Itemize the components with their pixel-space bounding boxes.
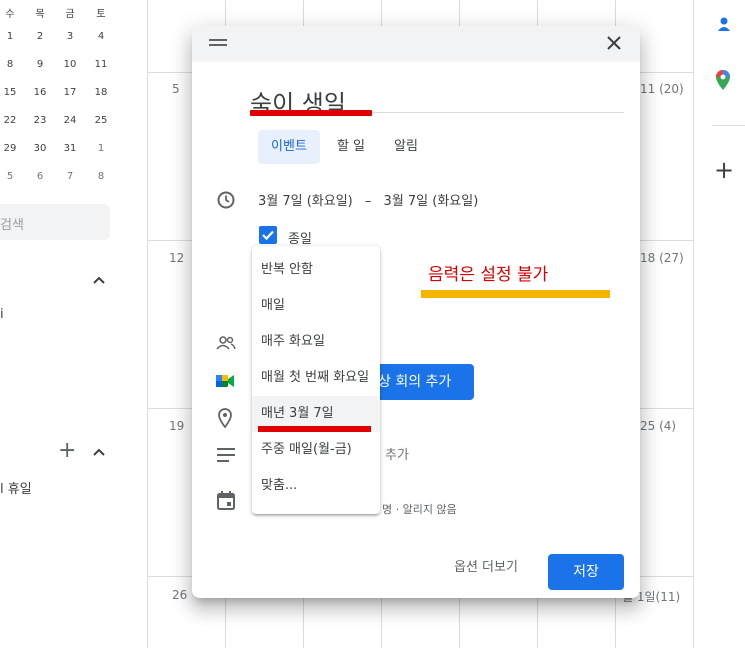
add-meet-button[interactable]: 상 회의 추가 bbox=[366, 364, 474, 400]
more-options-button[interactable]: 옵션 더보기 bbox=[454, 556, 518, 575]
contacts-icon[interactable] bbox=[716, 15, 732, 33]
sidebar-calendar-label: i bbox=[0, 307, 4, 322]
drag-handle-icon[interactable] bbox=[209, 39, 227, 47]
chevron-up-icon[interactable] bbox=[92, 445, 106, 459]
mini-calendar-day[interactable]: 7 bbox=[55, 171, 85, 182]
mini-calendar-day[interactable]: 30 bbox=[25, 143, 55, 154]
chevron-up-icon[interactable] bbox=[92, 273, 106, 287]
mini-calendar-day[interactable]: 5 bbox=[0, 171, 25, 182]
rail-divider bbox=[712, 125, 745, 126]
repeat-option[interactable]: 매월 첫 번째 화요일 bbox=[252, 360, 380, 396]
day-number[interactable]: 12 bbox=[169, 251, 184, 265]
guests-icon bbox=[216, 336, 236, 350]
clock-icon bbox=[217, 191, 235, 209]
day-number[interactable]: 11 (20) bbox=[640, 82, 684, 96]
day-number[interactable]: 18 (27) bbox=[640, 251, 684, 265]
red-annotation-underline bbox=[250, 110, 372, 116]
mini-calendar-day[interactable]: 24 bbox=[55, 115, 85, 126]
weekday-label: 금 bbox=[65, 9, 75, 20]
grid-divider bbox=[693, 0, 694, 648]
holiday-calendar-label[interactable]: l 휴일 bbox=[0, 478, 32, 497]
calendar-visibility-text: 명 · 알리지 않음 bbox=[382, 503, 457, 516]
mini-calendar-day[interactable]: 1 bbox=[86, 143, 116, 154]
mini-calendar-day[interactable]: 16 bbox=[25, 87, 55, 98]
repeat-option[interactable]: 반복 안함 bbox=[252, 252, 380, 288]
add-addon-icon[interactable]: + bbox=[714, 156, 734, 184]
mini-calendar-day[interactable]: 8 bbox=[0, 59, 25, 70]
save-button[interactable]: 저장 bbox=[548, 554, 624, 590]
end-date[interactable]: 3월 7일 (화요일) bbox=[384, 194, 479, 209]
repeat-option[interactable]: 맞춤... bbox=[252, 468, 380, 504]
search-placeholder: 검색 bbox=[0, 218, 24, 233]
tab-reminder[interactable]: 알림 bbox=[384, 130, 428, 164]
people-search-box[interactable]: 검색 bbox=[0, 204, 110, 240]
weekday-label: 목 bbox=[35, 9, 45, 20]
mini-calendar-day[interactable]: 3 bbox=[55, 31, 85, 42]
mini-calendar-day[interactable]: 31 bbox=[55, 143, 85, 154]
mini-calendar-day[interactable]: 15 bbox=[0, 87, 25, 98]
repeat-option[interactable]: 주중 매일(월-금) bbox=[252, 432, 380, 468]
mini-calendar-day[interactable]: 2 bbox=[25, 31, 55, 42]
date-separator: – bbox=[364, 194, 372, 209]
grid-divider bbox=[147, 0, 148, 648]
mini-calendar-day[interactable]: 4 bbox=[86, 31, 116, 42]
calendar-icon bbox=[217, 491, 235, 510]
day-number[interactable]: 25 (4) bbox=[640, 419, 676, 433]
day-number[interactable]: 19 bbox=[169, 419, 184, 433]
tab-task[interactable]: 할 일 bbox=[328, 130, 374, 164]
day-number[interactable]: 26 bbox=[172, 588, 187, 602]
weekday-label: 토 bbox=[96, 9, 106, 20]
mini-calendar-day[interactable]: 22 bbox=[0, 115, 25, 126]
dialog-header[interactable] bbox=[192, 26, 640, 62]
day-number[interactable]: 5 bbox=[172, 82, 180, 96]
mini-calendar-day[interactable]: 6 bbox=[25, 171, 55, 182]
repeat-option[interactable]: 매일 bbox=[252, 288, 380, 324]
repeat-dropdown-menu: 반복 안함 매일 매주 화요일 매월 첫 번째 화요일 매년 3월 7일 주중 … bbox=[252, 246, 380, 514]
all-day-label: 종일 bbox=[288, 232, 312, 247]
description-icon bbox=[217, 448, 235, 462]
google-meet-icon bbox=[216, 375, 234, 387]
mini-calendar-day[interactable]: 18 bbox=[86, 87, 116, 98]
repeat-option[interactable]: 매주 화요일 bbox=[252, 324, 380, 360]
add-description-hint[interactable]: 추가 bbox=[385, 444, 409, 463]
start-date[interactable]: 3월 7일 (화요일) bbox=[258, 194, 353, 209]
mini-calendar-day[interactable]: 25 bbox=[86, 115, 116, 126]
add-calendar-icon[interactable]: + bbox=[58, 438, 76, 463]
close-icon[interactable] bbox=[607, 36, 621, 50]
annotation-text: 음력은 설정 불가 bbox=[428, 265, 549, 285]
mini-calendar-day[interactable]: 9 bbox=[25, 59, 55, 70]
weekday-label: 수 bbox=[5, 9, 15, 20]
mini-calendar-day[interactable]: 29 bbox=[0, 143, 25, 154]
location-icon bbox=[218, 408, 232, 428]
mini-calendar-day[interactable]: 23 bbox=[25, 115, 55, 126]
tab-event[interactable]: 이벤트 bbox=[258, 130, 320, 164]
check-icon bbox=[262, 230, 274, 241]
all-day-checkbox[interactable] bbox=[259, 226, 277, 244]
red-annotation-underline bbox=[258, 426, 371, 432]
event-datetime[interactable]: 3월 7일 (화요일) – 3월 7일 (화요일) bbox=[258, 190, 478, 209]
yellow-highlight-mark bbox=[421, 290, 610, 298]
mini-calendar-day[interactable]: 8 bbox=[86, 171, 116, 182]
mini-calendar-day[interactable]: 1 bbox=[0, 31, 25, 42]
mini-calendar-day[interactable]: 10 bbox=[55, 59, 85, 70]
maps-icon[interactable] bbox=[716, 70, 730, 90]
mini-calendar-day[interactable]: 11 bbox=[86, 59, 116, 70]
mini-calendar-day[interactable]: 17 bbox=[55, 87, 85, 98]
